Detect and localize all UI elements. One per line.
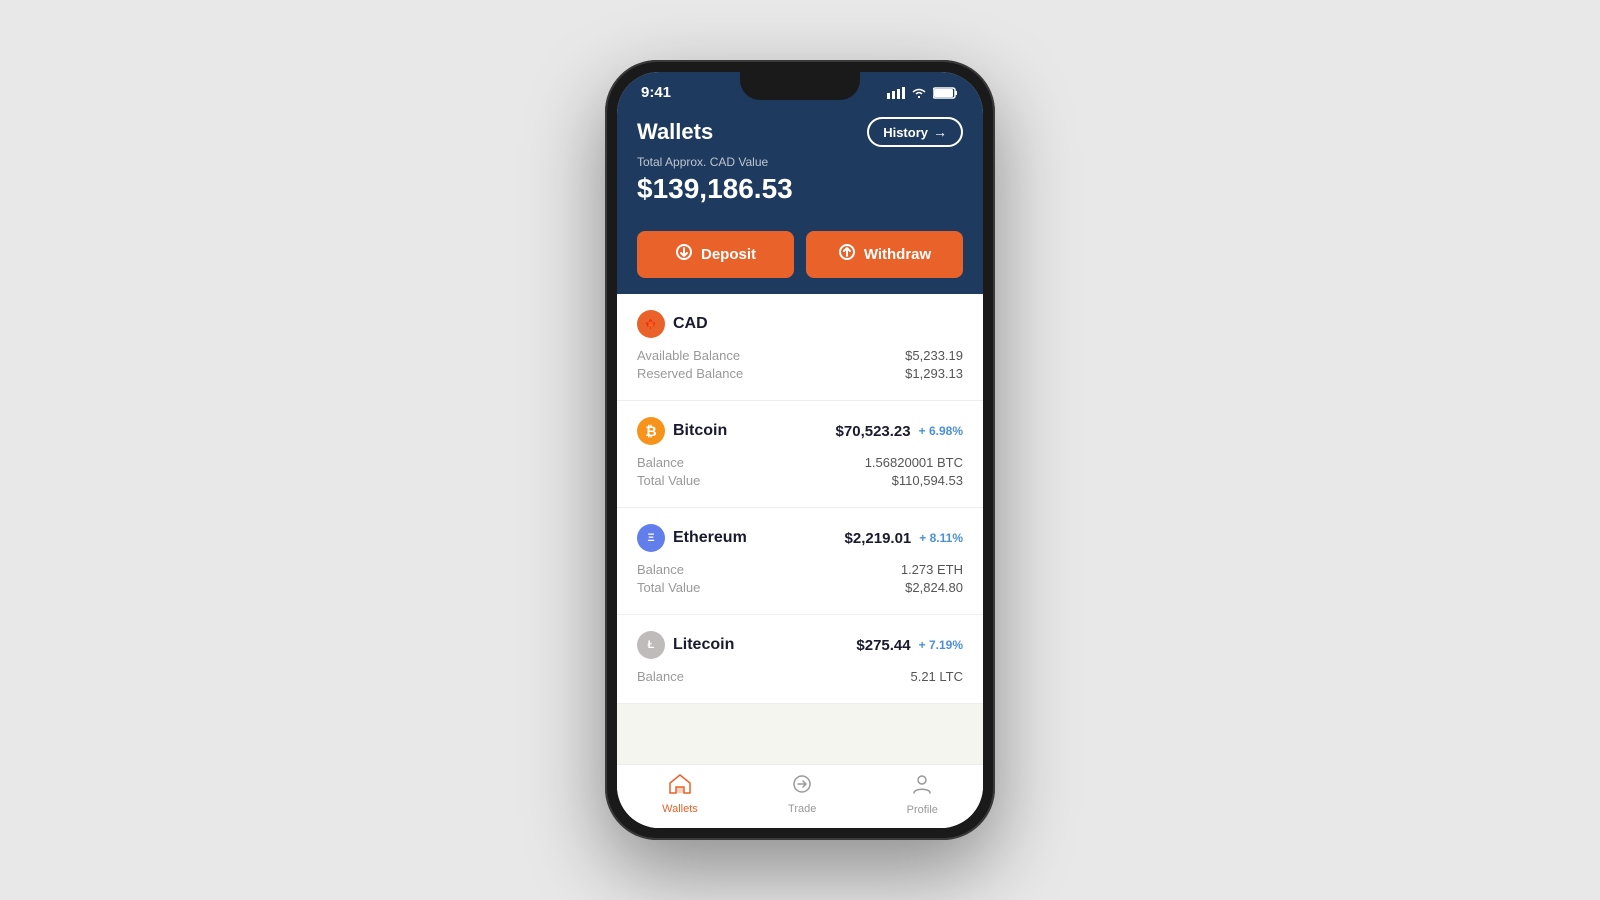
nav-item-trade[interactable]: Trade: [788, 774, 816, 815]
eth-total-row: Total Value $2,824.80: [637, 580, 963, 595]
cad-available-value: $5,233.19: [905, 348, 963, 363]
wallet-card-cad[interactable]: 🍁 CAD Available Balance $5,233.19 Reserv…: [617, 294, 983, 401]
cad-header: 🍁 CAD: [637, 310, 963, 338]
phone-screen: 9:41: [617, 72, 983, 828]
btc-balance-label: Balance: [637, 455, 684, 470]
nav-item-profile[interactable]: Profile: [907, 773, 938, 816]
wallets-nav-label: Wallets: [662, 803, 698, 815]
eth-total-label: Total Value: [637, 580, 700, 595]
withdraw-svg-icon: [838, 243, 856, 261]
deposit-icon: [675, 243, 693, 266]
action-buttons-bar: Deposit Withdraw: [617, 223, 983, 294]
eth-balance-row: Balance 1.273 ETH: [637, 562, 963, 577]
status-icons: [887, 87, 959, 99]
cad-reserved-label: Reserved Balance: [637, 366, 743, 381]
battery-icon: [933, 87, 959, 99]
btc-header: ₿ Bitcoin $70,523.23 + 6.98%: [637, 417, 963, 445]
nav-item-wallets[interactable]: Wallets: [662, 774, 698, 815]
btc-change: + 6.98%: [919, 424, 963, 438]
phone-frame: 9:41: [605, 60, 995, 840]
total-label: Total Approx. CAD Value: [637, 155, 963, 169]
eth-total-value: $2,824.80: [905, 580, 963, 595]
history-button[interactable]: History →: [867, 117, 963, 147]
ltc-icon: Ł: [637, 631, 665, 659]
cad-available-label: Available Balance: [637, 348, 740, 363]
profile-nav-icon: [911, 773, 933, 801]
cad-name: CAD: [673, 315, 708, 333]
btc-name-row: ₿ Bitcoin: [637, 417, 727, 445]
wallet-card-ltc[interactable]: Ł Litecoin $275.44 + 7.19% Balance 5.21 …: [617, 615, 983, 704]
deposit-button[interactable]: Deposit: [637, 231, 794, 278]
eth-change: + 8.11%: [919, 531, 963, 545]
home-icon: [669, 774, 691, 794]
btc-name: Bitcoin: [673, 422, 727, 440]
eth-name: Ethereum: [673, 529, 747, 547]
deposit-label: Deposit: [701, 246, 756, 263]
page-title: Wallets: [637, 119, 713, 145]
ltc-balance-row: Balance 5.21 LTC: [637, 669, 963, 684]
btc-balance-row: Balance 1.56820001 BTC: [637, 455, 963, 470]
phone-notch: [740, 72, 860, 100]
eth-balance-label: Balance: [637, 562, 684, 577]
bottom-nav: Wallets Trade Profile: [617, 764, 983, 828]
wallets-nav-icon: [669, 774, 691, 800]
profile-icon: [911, 773, 933, 795]
eth-name-row: Ξ Ethereum: [637, 524, 747, 552]
ltc-header: Ł Litecoin $275.44 + 7.19%: [637, 631, 963, 659]
signal-icon: [887, 87, 905, 99]
wallet-card-eth[interactable]: Ξ Ethereum $2,219.01 + 8.11% Balance 1.2…: [617, 508, 983, 615]
cad-available-row: Available Balance $5,233.19: [637, 348, 963, 363]
btc-price-row: $70,523.23 + 6.98%: [836, 423, 963, 440]
history-label: History: [883, 125, 928, 140]
svg-text:🍁: 🍁: [645, 318, 656, 329]
withdraw-button[interactable]: Withdraw: [806, 231, 963, 278]
trade-nav-label: Trade: [788, 803, 816, 815]
cad-name-row: 🍁 CAD: [637, 310, 708, 338]
wifi-icon: [911, 87, 927, 99]
profile-nav-label: Profile: [907, 804, 938, 816]
eth-price-row: $2,219.01 + 8.11%: [845, 530, 963, 547]
cad-icon: 🍁: [637, 310, 665, 338]
cad-reserved-value: $1,293.13: [905, 366, 963, 381]
ltc-price-row: $275.44 + 7.19%: [856, 637, 963, 654]
cad-reserved-row: Reserved Balance $1,293.13: [637, 366, 963, 381]
ltc-balance-value: 5.21 LTC: [910, 669, 963, 684]
cad-flag-icon: 🍁: [641, 317, 661, 331]
trade-icon: [791, 774, 813, 794]
ltc-balance-label: Balance: [637, 669, 684, 684]
eth-header: Ξ Ethereum $2,219.01 + 8.11%: [637, 524, 963, 552]
deposit-svg-icon: [675, 243, 693, 261]
ltc-name: Litecoin: [673, 636, 734, 654]
trade-nav-icon: [791, 774, 813, 800]
wallet-card-btc[interactable]: ₿ Bitcoin $70,523.23 + 6.98% Balance 1.5…: [617, 401, 983, 508]
history-arrow-icon: →: [933, 124, 947, 140]
status-time: 9:41: [641, 84, 671, 101]
ltc-change: + 7.19%: [919, 638, 963, 652]
btc-price: $70,523.23: [836, 423, 911, 440]
btc-total-row: Total Value $110,594.53: [637, 473, 963, 488]
btc-icon: ₿: [637, 417, 665, 445]
eth-icon: Ξ: [637, 524, 665, 552]
eth-balance-value: 1.273 ETH: [901, 562, 963, 577]
wallet-list: 🍁 CAD Available Balance $5,233.19 Reserv…: [617, 294, 983, 764]
btc-balance-value: 1.56820001 BTC: [865, 455, 963, 470]
header-top: Wallets History →: [637, 117, 963, 147]
btc-total-value: $110,594.53: [892, 473, 963, 488]
withdraw-icon: [838, 243, 856, 266]
withdraw-label: Withdraw: [864, 246, 931, 263]
ltc-name-row: Ł Litecoin: [637, 631, 734, 659]
eth-price: $2,219.01: [845, 530, 912, 547]
total-value: $139,186.53: [637, 173, 963, 205]
btc-total-label: Total Value: [637, 473, 700, 488]
wallets-header: Wallets History → Total Approx. CAD Valu…: [617, 107, 983, 223]
ltc-price: $275.44: [856, 637, 910, 654]
